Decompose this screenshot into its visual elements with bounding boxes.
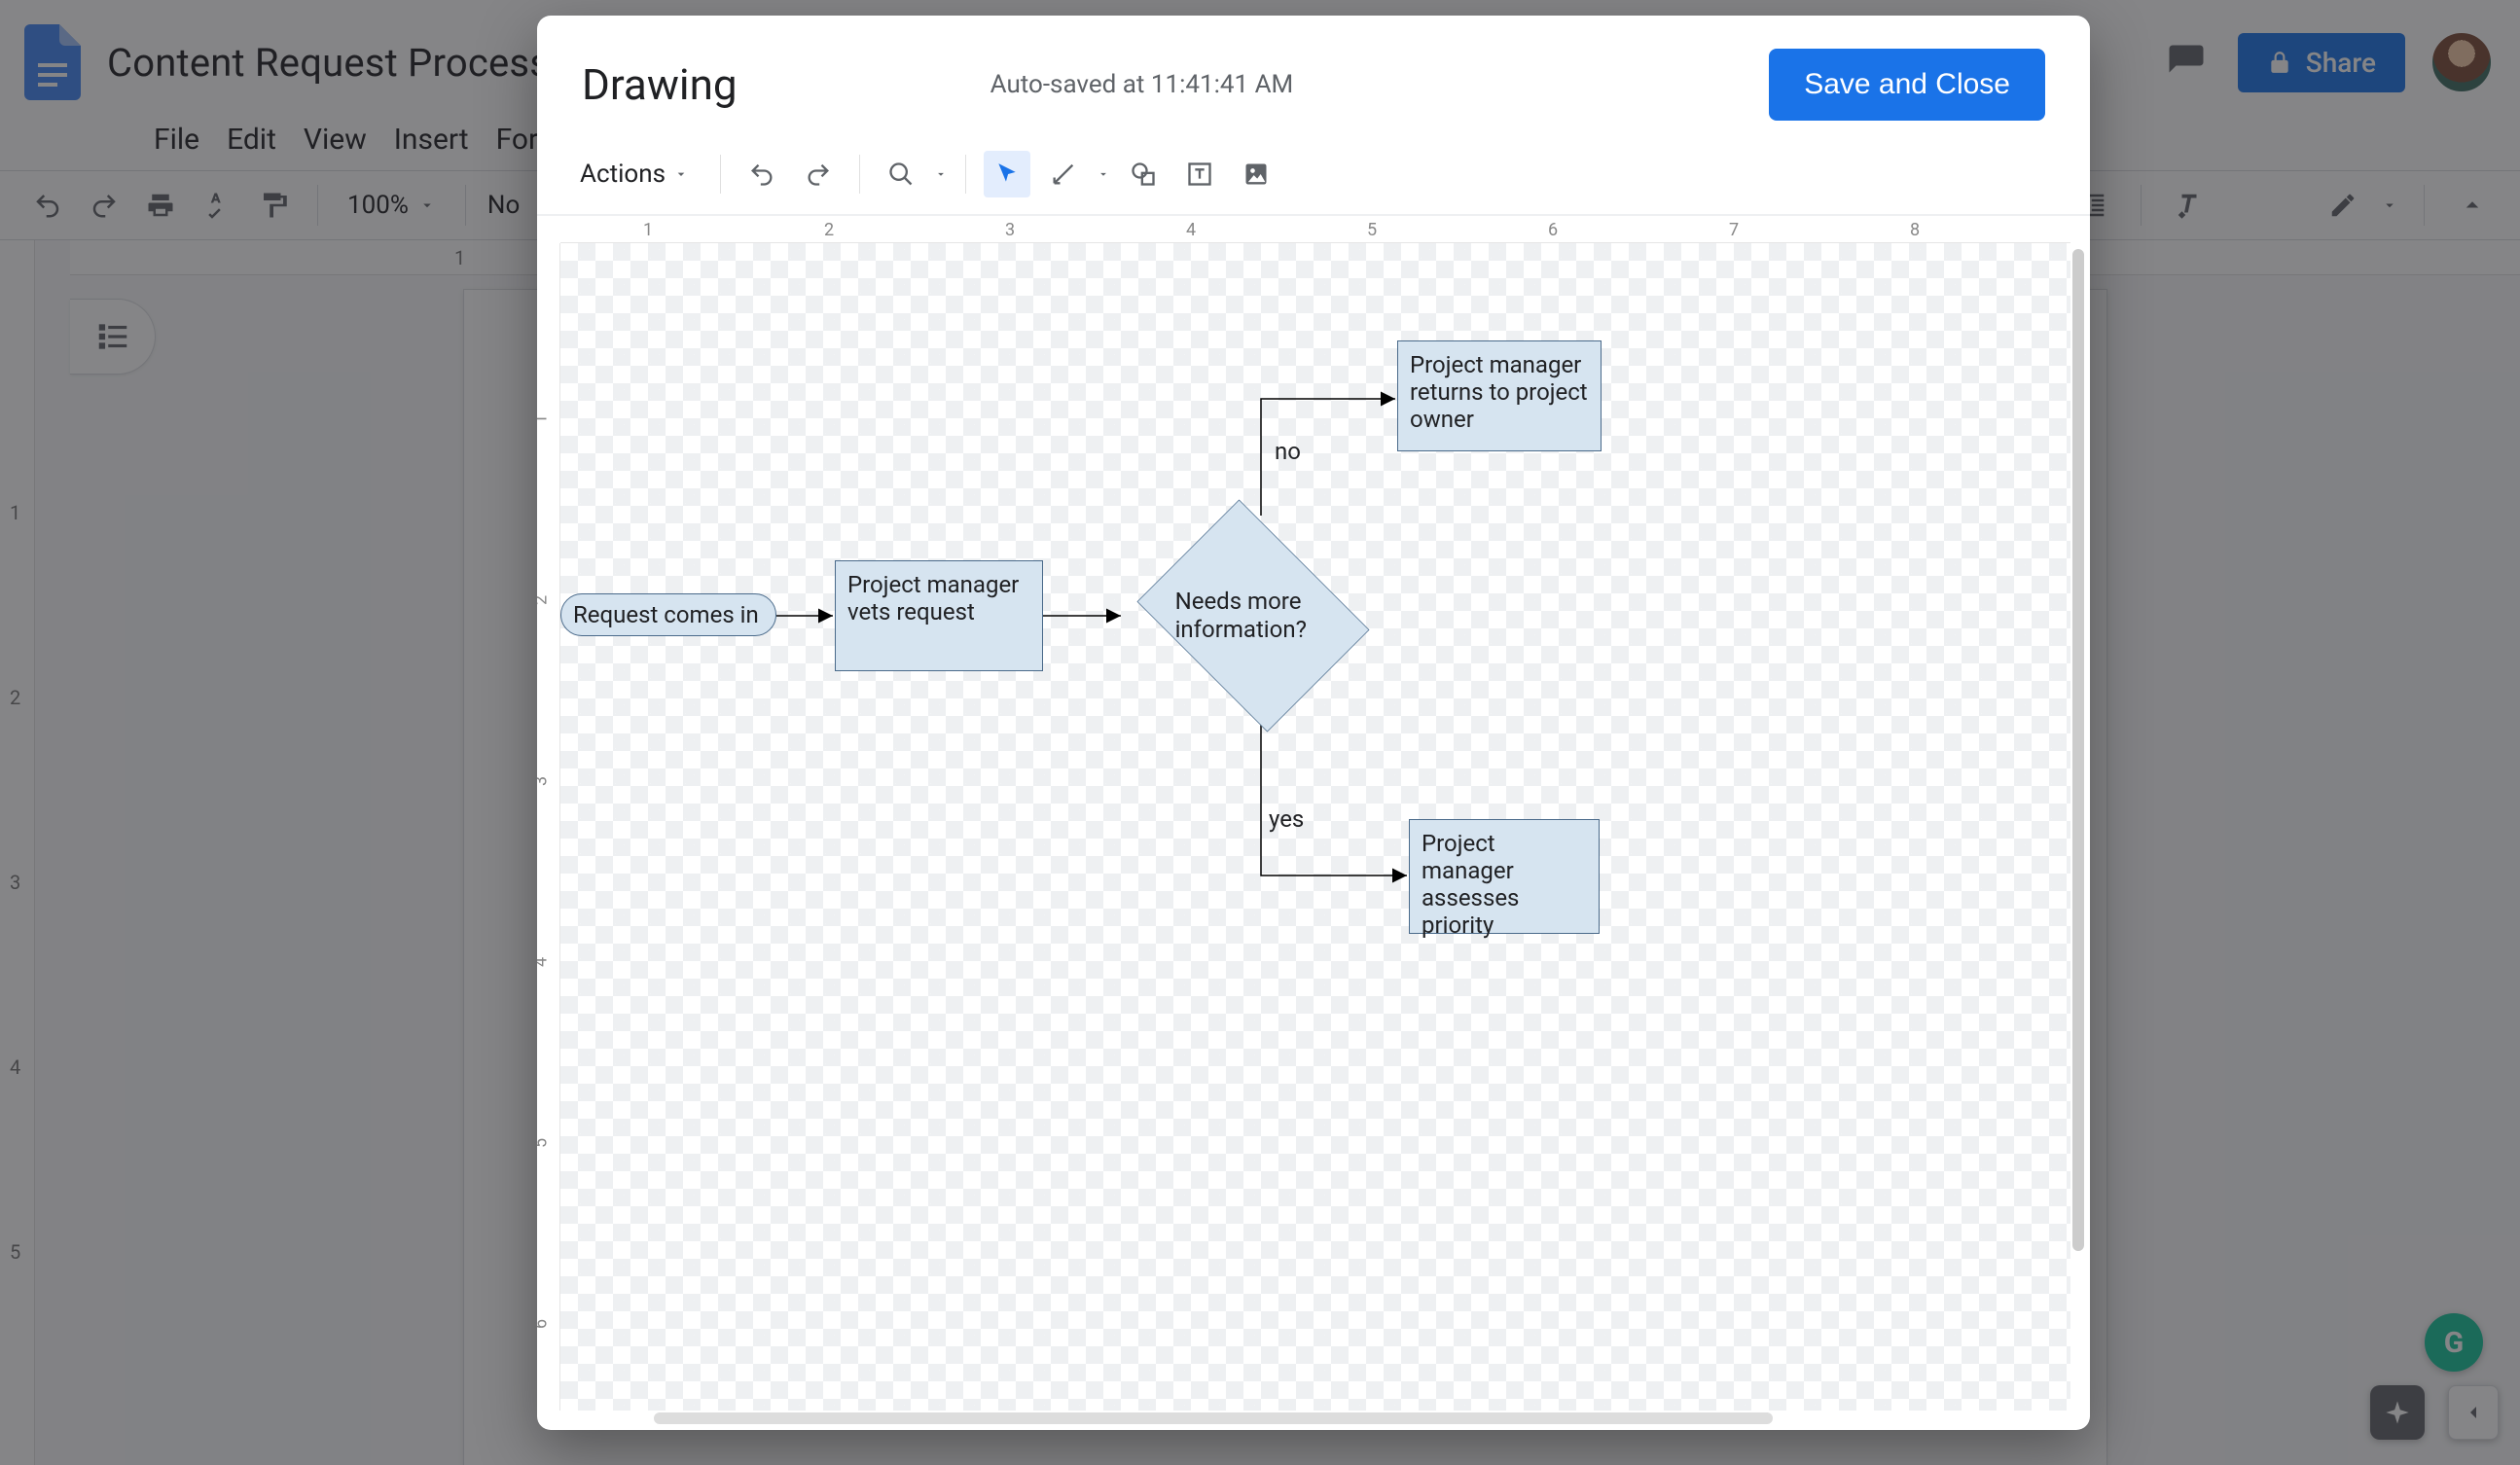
flow-return-owner-process[interactable]: Project manager returns to project owner (1397, 340, 1602, 451)
drawing-header: Drawing Auto-saved at 11:41:41 AM Save a… (537, 16, 2090, 140)
save-and-close-button[interactable]: Save and Close (1769, 49, 2045, 121)
flow-return-owner-label: Project manager returns to project owner (1410, 351, 1589, 433)
flow-assess-label: Project manager assesses priority (1422, 830, 1587, 939)
actions-menu[interactable]: Actions (566, 150, 702, 198)
chevron-down-icon (934, 167, 948, 181)
flow-vet-label: Project manager vets request (847, 571, 1030, 625)
text-box-tool-icon[interactable] (1176, 151, 1223, 197)
drawing-title: Drawing (582, 59, 738, 110)
image-tool-icon[interactable] (1233, 151, 1279, 197)
autosave-status: Auto-saved at 11:41:41 AM (990, 70, 1294, 99)
flow-decision-label: Needs more information? (1175, 588, 1332, 644)
redo-icon[interactable] (795, 151, 842, 197)
drawing-ruler-v: 1 2 3 4 5 6 (537, 243, 560, 1411)
chevron-down-icon (673, 166, 689, 182)
drawing-canvas-area: 1 2 3 4 5 6 7 8 1 2 3 4 5 6 (537, 215, 2090, 1430)
canvas-scrollbar-horizontal[interactable] (654, 1412, 1773, 1424)
canvas-scrollbar-vertical[interactable] (2072, 249, 2084, 1251)
flow-edge-yes: yes (1269, 805, 1304, 833)
flow-connectors (560, 243, 2070, 1411)
flow-edge-no: no (1275, 438, 1301, 465)
select-tool-icon[interactable] (984, 151, 1030, 197)
drawing-ruler-h: 1 2 3 4 5 6 7 8 (560, 216, 2070, 243)
flow-start-terminator[interactable]: Request comes in (560, 593, 776, 636)
flow-start-label: Request comes in (573, 601, 759, 628)
drawing-canvas[interactable]: Request comes in Project manager vets re… (560, 243, 2070, 1411)
chevron-down-icon (1097, 167, 1110, 181)
line-tool-icon[interactable] (1040, 151, 1087, 197)
zoom-icon[interactable] (878, 151, 924, 197)
flow-decision[interactable]: Needs more information? (1123, 514, 1384, 718)
flow-vet-process[interactable]: Project manager vets request (835, 560, 1043, 671)
drawing-toolbar: Actions (537, 140, 2090, 215)
undo-icon[interactable] (738, 151, 785, 197)
flow-assess-process[interactable]: Project manager assesses priority (1409, 819, 1600, 934)
drawing-dialog: Drawing Auto-saved at 11:41:41 AM Save a… (537, 16, 2090, 1430)
shape-tool-icon[interactable] (1120, 151, 1167, 197)
